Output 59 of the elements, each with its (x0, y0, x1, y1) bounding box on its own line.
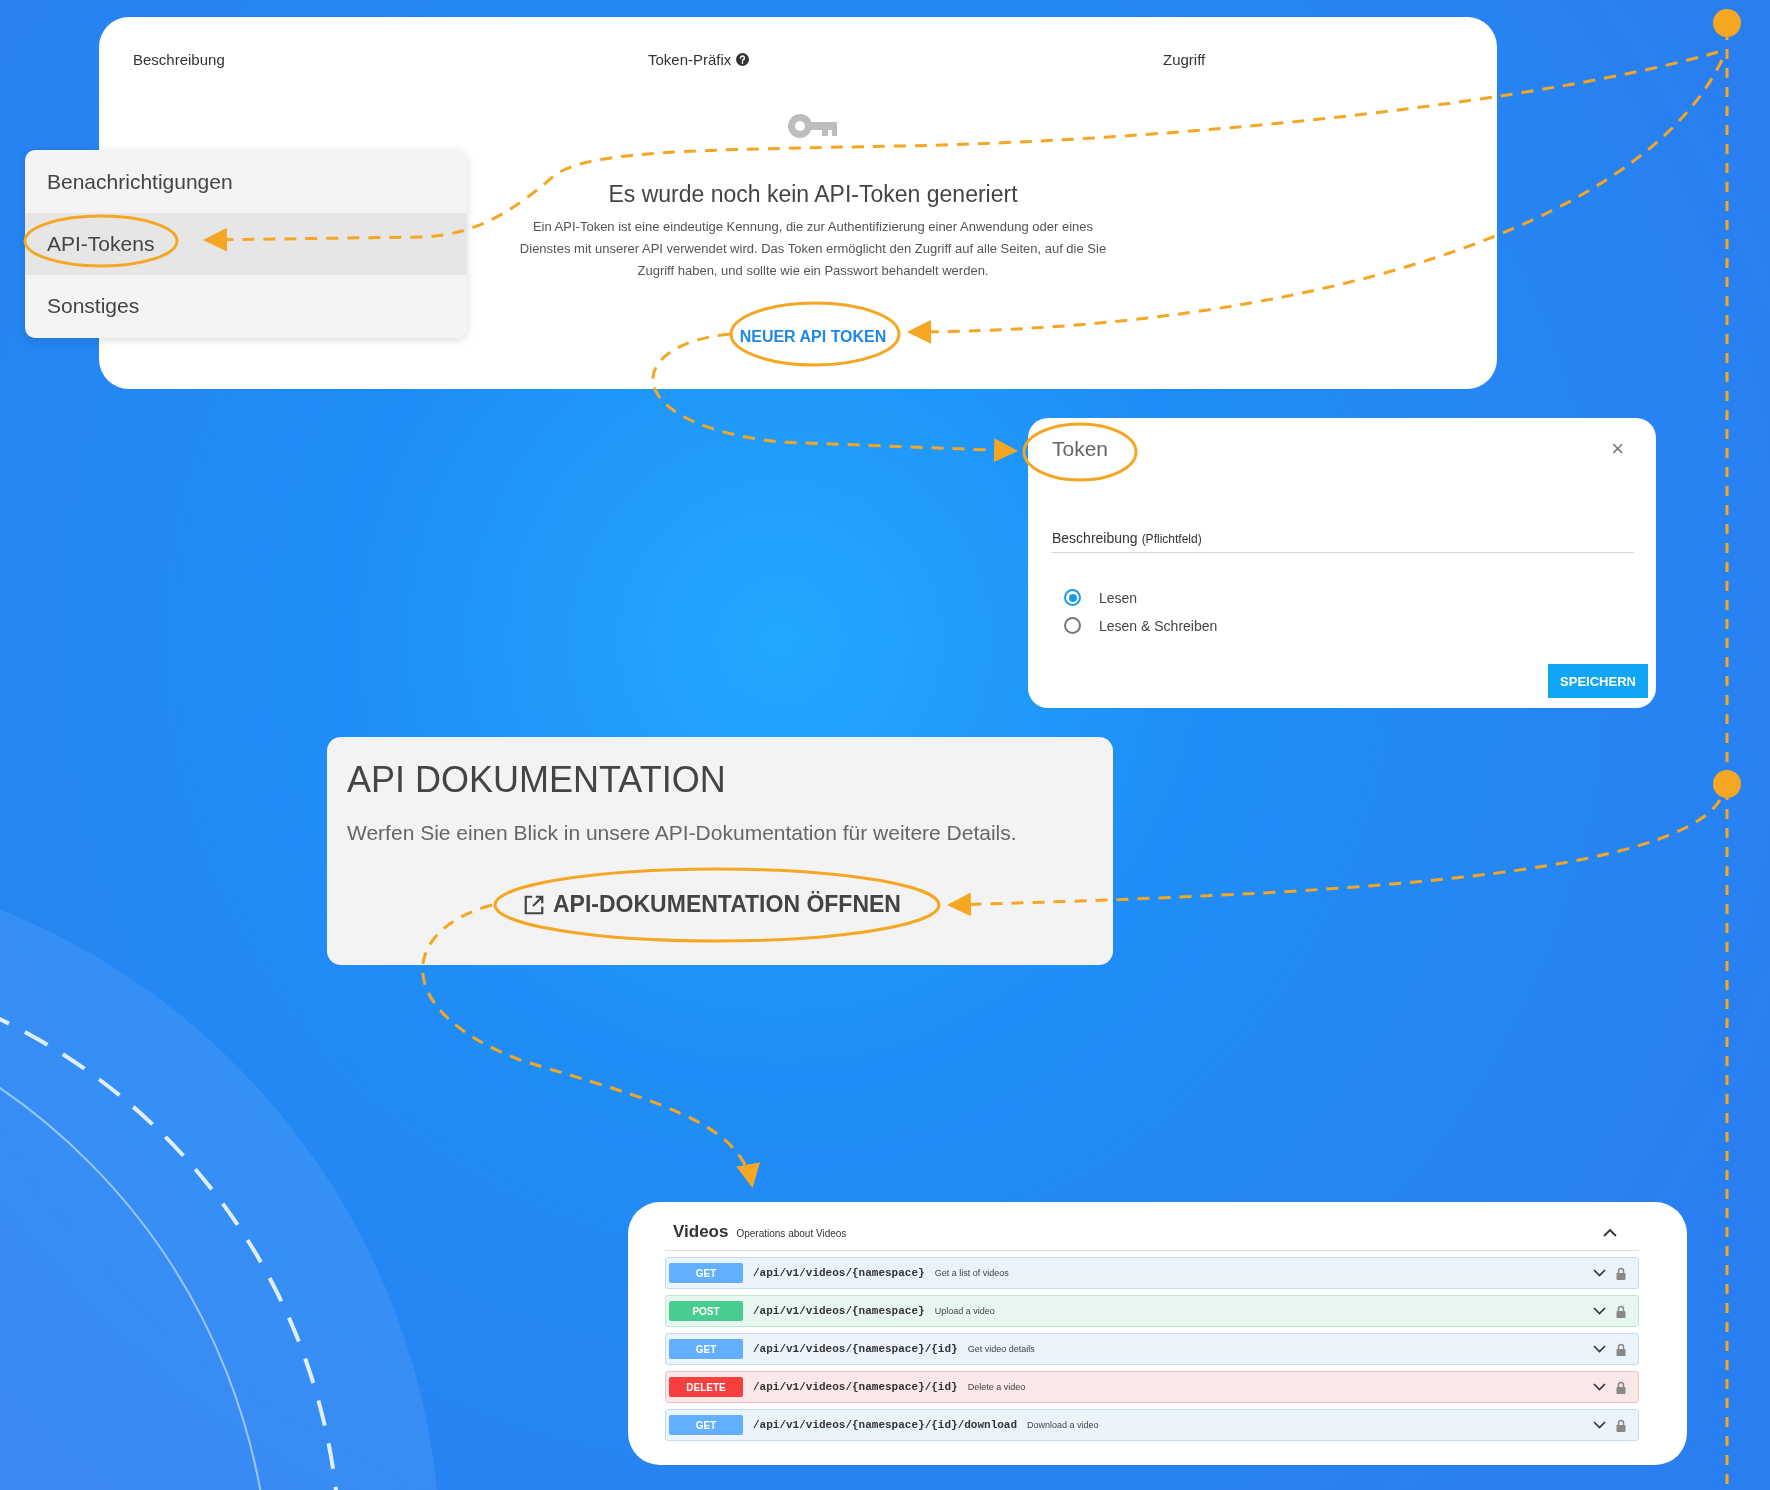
lock-icon[interactable] (1616, 1380, 1626, 1394)
chevron-down-icon[interactable] (1593, 1421, 1606, 1429)
http-method-label: DELETE (669, 1377, 743, 1397)
sidebar-item[interactable]: Sonstiges (25, 275, 467, 337)
column-header: Beschreibung (133, 51, 226, 68)
endpoint-row[interactable]: POST /api/v1/videos/{namespace} Upload a video (665, 1295, 1639, 1327)
card-description: Werfen Sie einen Blick in unsere API-Dokumentation für weitere Details. (347, 821, 1018, 845)
key-icon (788, 113, 838, 139)
lock-icon[interactable] (1616, 1342, 1626, 1356)
chevron-up-icon[interactable] (1603, 1228, 1617, 1237)
column-header: Zugriff (1163, 51, 1207, 68)
empty-state-title: Es wurde noch kein API-Token generiert (608, 181, 1018, 208)
endpoint-row[interactable]: GET /api/v1/videos/{namespace}/{id} Get video details (665, 1333, 1639, 1365)
sidebar-item[interactable]: API-Tokens (25, 213, 467, 275)
open-docs-button[interactable]: API-DOKUMENTATION ÖFFNEN (519, 887, 905, 922)
sidebar-item[interactable]: Benachrichtigungen (25, 151, 467, 213)
http-method-label: POST (669, 1301, 743, 1321)
empty-state-description: Ein API-Token ist eine eindeutige Kennung, die zur Authentifizierung einer Anwendung oder eines Dienstes mit unserer API verwendet wird. Das Token ermöglicht den Zugriff auf alle Seiten, auf die Sie Zugriff haben, und sollte wie ein Passwort behandelt werden. (518, 218, 1108, 280)
radio-label: Lesen (1099, 589, 1138, 606)
close-button[interactable]: × (1603, 436, 1632, 462)
timeline-dot (1713, 770, 1741, 798)
endpoint-summary: Download a video (1027, 1420, 1099, 1430)
endpoint-path: /api/v1/videos/{namespace}/{id} (753, 1381, 958, 1393)
endpoint-row[interactable]: DELETE /api/v1/videos/{namespace}/{id} Delete a video (665, 1371, 1639, 1403)
chevron-down-icon[interactable] (1593, 1307, 1606, 1315)
new-token-button[interactable]: NEUER API TOKEN (731, 322, 895, 352)
lock-icon[interactable] (1616, 1266, 1626, 1280)
description-field[interactable]: Beschreibung (Pflichtfeld) (1052, 530, 1634, 553)
chevron-down-icon[interactable] (1593, 1269, 1606, 1277)
http-method-label: GET (669, 1263, 743, 1283)
field-label: Beschreibung (1052, 530, 1138, 546)
endpoint-summary: Get a list of videos (934, 1268, 1009, 1278)
endpoint-path: /api/v1/videos/{namespace}/{id}/download (753, 1419, 1018, 1431)
chevron-down-icon[interactable] (1593, 1345, 1606, 1353)
endpoint-path: /api/v1/videos/{namespace} (753, 1267, 925, 1279)
radio-button[interactable] (1064, 589, 1081, 606)
help-icon[interactable] (736, 53, 750, 66)
section-subtitle: Operations about Videos (736, 1228, 847, 1239)
radio-button[interactable] (1064, 617, 1081, 634)
endpoint-row[interactable]: GET /api/v1/videos/{namespace} Get a list of videos (665, 1257, 1639, 1289)
lock-icon[interactable] (1616, 1304, 1626, 1318)
timeline-dot (1713, 9, 1741, 37)
endpoint-summary: Get video details (967, 1344, 1035, 1354)
endpoint-summary: Delete a video (967, 1382, 1026, 1392)
section-title: Videos (673, 1222, 729, 1242)
external-link-icon (523, 893, 545, 916)
endpoint-path: /api/v1/videos/{namespace}/{id} (753, 1343, 958, 1355)
chevron-down-icon[interactable] (1593, 1383, 1606, 1391)
card-title: API DOKUMENTATION (347, 759, 727, 801)
http-method-label: GET (669, 1339, 743, 1359)
dialog-title: Token (1052, 437, 1109, 461)
http-method-label: GET (669, 1415, 743, 1435)
endpoint-path: /api/v1/videos/{namespace} (753, 1305, 925, 1317)
endpoint-row[interactable]: GET /api/v1/videos/{namespace}/{id}/download Download a video (665, 1409, 1639, 1441)
radio-label: Lesen & Schreiben (1099, 617, 1218, 634)
lock-icon[interactable] (1616, 1418, 1626, 1432)
endpoint-summary: Upload a video (934, 1306, 995, 1316)
column-header: Token-Präfix (648, 51, 1163, 68)
required-note: (Pflichtfeld) (1141, 532, 1202, 546)
